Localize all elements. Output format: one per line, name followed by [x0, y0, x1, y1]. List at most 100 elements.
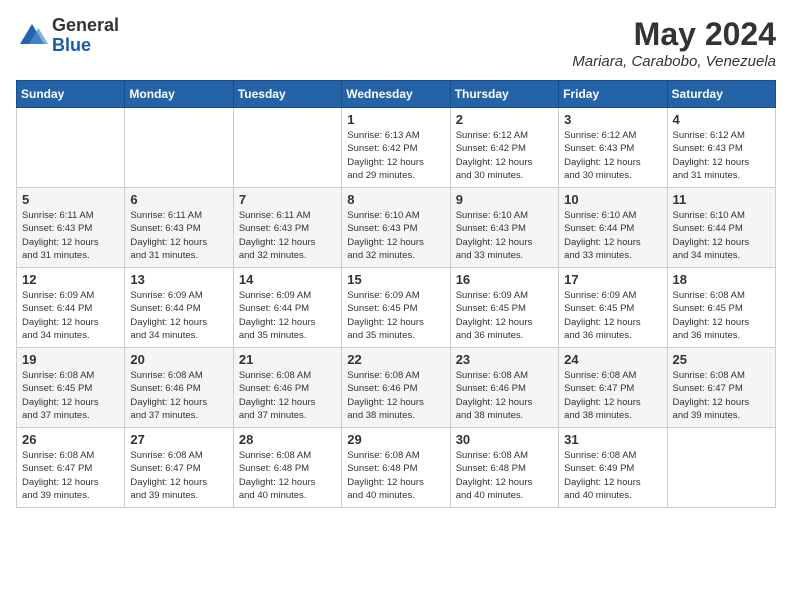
cell-info: Sunrise: 6:08 AM Sunset: 6:49 PM Dayligh…: [564, 449, 661, 502]
calendar-cell: [233, 108, 341, 188]
day-number: 3: [564, 112, 661, 127]
cell-info: Sunrise: 6:12 AM Sunset: 6:43 PM Dayligh…: [564, 129, 661, 182]
day-number: 24: [564, 352, 661, 367]
calendar-cell: 13 Sunrise: 6:09 AM Sunset: 6:44 PM Dayli…: [125, 268, 233, 348]
cell-info: Sunrise: 6:08 AM Sunset: 6:46 PM Dayligh…: [456, 369, 553, 422]
day-number: 8: [347, 192, 444, 207]
day-number: 1: [347, 112, 444, 127]
cell-info: Sunrise: 6:09 AM Sunset: 6:44 PM Dayligh…: [239, 289, 336, 342]
cell-info: Sunrise: 6:12 AM Sunset: 6:43 PM Dayligh…: [673, 129, 770, 182]
day-number: 9: [456, 192, 553, 207]
week-row-5: 26 Sunrise: 6:08 AM Sunset: 6:47 PM Dayli…: [17, 428, 776, 508]
day-number: 20: [130, 352, 227, 367]
calendar-cell: 19 Sunrise: 6:08 AM Sunset: 6:45 PM Dayli…: [17, 348, 125, 428]
day-number: 27: [130, 432, 227, 447]
cell-info: Sunrise: 6:08 AM Sunset: 6:48 PM Dayligh…: [347, 449, 444, 502]
day-number: 22: [347, 352, 444, 367]
calendar-cell: 7Sunrise: 6:11 AM Sunset: 6:43 PM Daylig…: [233, 188, 341, 268]
cell-info: Sunrise: 6:08 AM Sunset: 6:47 PM Dayligh…: [673, 369, 770, 422]
day-number: 12: [22, 272, 119, 287]
cell-info: Sunrise: 6:08 AM Sunset: 6:46 PM Dayligh…: [347, 369, 444, 422]
day-number: 16: [456, 272, 553, 287]
day-number: 26: [22, 432, 119, 447]
calendar-table: SundayMondayTuesdayWednesdayThursdayFrid…: [16, 80, 776, 508]
week-row-3: 12 Sunrise: 6:09 AM Sunset: 6:44 PM Dayli…: [17, 268, 776, 348]
calendar-cell: 28 Sunrise: 6:08 AM Sunset: 6:48 PM Dayli…: [233, 428, 341, 508]
day-number: 28: [239, 432, 336, 447]
day-number: 4: [673, 112, 770, 127]
calendar-cell: 14Sunrise: 6:09 AM Sunset: 6:44 PM Dayli…: [233, 268, 341, 348]
logo-text: General Blue: [52, 16, 119, 56]
calendar-cell: 31Sunrise: 6:08 AM Sunset: 6:49 PM Dayli…: [559, 428, 667, 508]
day-number: 6: [130, 192, 227, 207]
calendar-cell: 5Sunrise: 6:11 AM Sunset: 6:43 PM Daylig…: [17, 188, 125, 268]
cell-info: Sunrise: 6:12 AM Sunset: 6:42 PM Dayligh…: [456, 129, 553, 182]
cell-info: Sunrise: 6:10 AM Sunset: 6:44 PM Dayligh…: [673, 209, 770, 262]
day-number: 2: [456, 112, 553, 127]
day-number: 10: [564, 192, 661, 207]
cell-info: Sunrise: 6:08 AM Sunset: 6:48 PM Dayligh…: [239, 449, 336, 502]
cell-info: Sunrise: 6:10 AM Sunset: 6:43 PM Dayligh…: [456, 209, 553, 262]
cell-info: Sunrise: 6:09 AM Sunset: 6:45 PM Dayligh…: [456, 289, 553, 342]
days-header-row: SundayMondayTuesdayWednesdayThursdayFrid…: [17, 81, 776, 108]
day-number: 21: [239, 352, 336, 367]
calendar-cell: 1 Sunrise: 6:13 AM Sunset: 6:42 PM Daylig…: [342, 108, 450, 188]
location: Mariara, Carabobo, Venezuela: [572, 53, 776, 70]
calendar-cell: 26 Sunrise: 6:08 AM Sunset: 6:47 PM Dayli…: [17, 428, 125, 508]
cell-info: Sunrise: 6:13 AM Sunset: 6:42 PM Dayligh…: [347, 129, 444, 182]
calendar-cell: 2 Sunrise: 6:12 AM Sunset: 6:42 PM Daylig…: [450, 108, 558, 188]
day-header-saturday: Saturday: [667, 81, 775, 108]
cell-info: Sunrise: 6:08 AM Sunset: 6:47 PM Dayligh…: [564, 369, 661, 422]
cell-info: Sunrise: 6:08 AM Sunset: 6:48 PM Dayligh…: [456, 449, 553, 502]
month-title: May 2024: [572, 16, 776, 53]
calendar-cell: 3 Sunrise: 6:12 AM Sunset: 6:43 PM Daylig…: [559, 108, 667, 188]
day-number: 25: [673, 352, 770, 367]
calendar-cell: 6 Sunrise: 6:11 AM Sunset: 6:43 PM Daylig…: [125, 188, 233, 268]
calendar-cell: [17, 108, 125, 188]
day-number: 5: [22, 192, 119, 207]
day-number: 19: [22, 352, 119, 367]
calendar-cell: 12 Sunrise: 6:09 AM Sunset: 6:44 PM Dayli…: [17, 268, 125, 348]
day-number: 30: [456, 432, 553, 447]
logo: General Blue: [16, 16, 119, 56]
day-header-thursday: Thursday: [450, 81, 558, 108]
calendar-cell: 17 Sunrise: 6:09 AM Sunset: 6:45 PM Dayli…: [559, 268, 667, 348]
title-block: May 2024 Mariara, Carabobo, Venezuela: [572, 16, 776, 70]
calendar-cell: 24 Sunrise: 6:08 AM Sunset: 6:47 PM Dayli…: [559, 348, 667, 428]
day-number: 18: [673, 272, 770, 287]
week-row-2: 5 Sunrise: 6:11 AM Sunset: 6:43 PM Daylig…: [17, 188, 776, 268]
cell-info: Sunrise: 6:09 AM Sunset: 6:44 PM Dayligh…: [130, 289, 227, 342]
day-number: 23: [456, 352, 553, 367]
calendar-cell: 22 Sunrise: 6:08 AM Sunset: 6:46 PM Dayli…: [342, 348, 450, 428]
calendar-cell: 30 Sunrise: 6:08 AM Sunset: 6:48 PM Dayli…: [450, 428, 558, 508]
calendar-cell: 4 Sunrise: 6:12 AM Sunset: 6:43 PM Daylig…: [667, 108, 775, 188]
day-header-friday: Friday: [559, 81, 667, 108]
cell-info: Sunrise: 6:10 AM Sunset: 6:44 PM Dayligh…: [564, 209, 661, 262]
day-header-wednesday: Wednesday: [342, 81, 450, 108]
page-header: General Blue May 2024 Mariara, Carabobo,…: [16, 16, 776, 70]
day-header-sunday: Sunday: [17, 81, 125, 108]
cell-info: Sunrise: 6:08 AM Sunset: 6:46 PM Dayligh…: [130, 369, 227, 422]
cell-info: Sunrise: 6:10 AM Sunset: 6:43 PM Dayligh…: [347, 209, 444, 262]
cell-info: Sunrise: 6:08 AM Sunset: 6:45 PM Dayligh…: [22, 369, 119, 422]
calendar-cell: 29Sunrise: 6:08 AM Sunset: 6:48 PM Dayli…: [342, 428, 450, 508]
cell-info: Sunrise: 6:09 AM Sunset: 6:45 PM Dayligh…: [564, 289, 661, 342]
day-number: 17: [564, 272, 661, 287]
calendar-cell: 27 Sunrise: 6:08 AM Sunset: 6:47 PM Dayli…: [125, 428, 233, 508]
calendar-cell: 21Sunrise: 6:08 AM Sunset: 6:46 PM Dayli…: [233, 348, 341, 428]
day-header-monday: Monday: [125, 81, 233, 108]
calendar-cell: 10 Sunrise: 6:10 AM Sunset: 6:44 PM Dayli…: [559, 188, 667, 268]
day-number: 13: [130, 272, 227, 287]
calendar-cell: 25 Sunrise: 6:08 AM Sunset: 6:47 PM Dayli…: [667, 348, 775, 428]
cell-info: Sunrise: 6:08 AM Sunset: 6:47 PM Dayligh…: [130, 449, 227, 502]
calendar-cell: [125, 108, 233, 188]
calendar-cell: 18Sunrise: 6:08 AM Sunset: 6:45 PM Dayli…: [667, 268, 775, 348]
cell-info: Sunrise: 6:09 AM Sunset: 6:44 PM Dayligh…: [22, 289, 119, 342]
day-number: 11: [673, 192, 770, 207]
day-header-tuesday: Tuesday: [233, 81, 341, 108]
cell-info: Sunrise: 6:11 AM Sunset: 6:43 PM Dayligh…: [130, 209, 227, 262]
day-number: 15: [347, 272, 444, 287]
cell-info: Sunrise: 6:08 AM Sunset: 6:47 PM Dayligh…: [22, 449, 119, 502]
calendar-cell: 9 Sunrise: 6:10 AM Sunset: 6:43 PM Daylig…: [450, 188, 558, 268]
calendar-cell: 16 Sunrise: 6:09 AM Sunset: 6:45 PM Dayli…: [450, 268, 558, 348]
